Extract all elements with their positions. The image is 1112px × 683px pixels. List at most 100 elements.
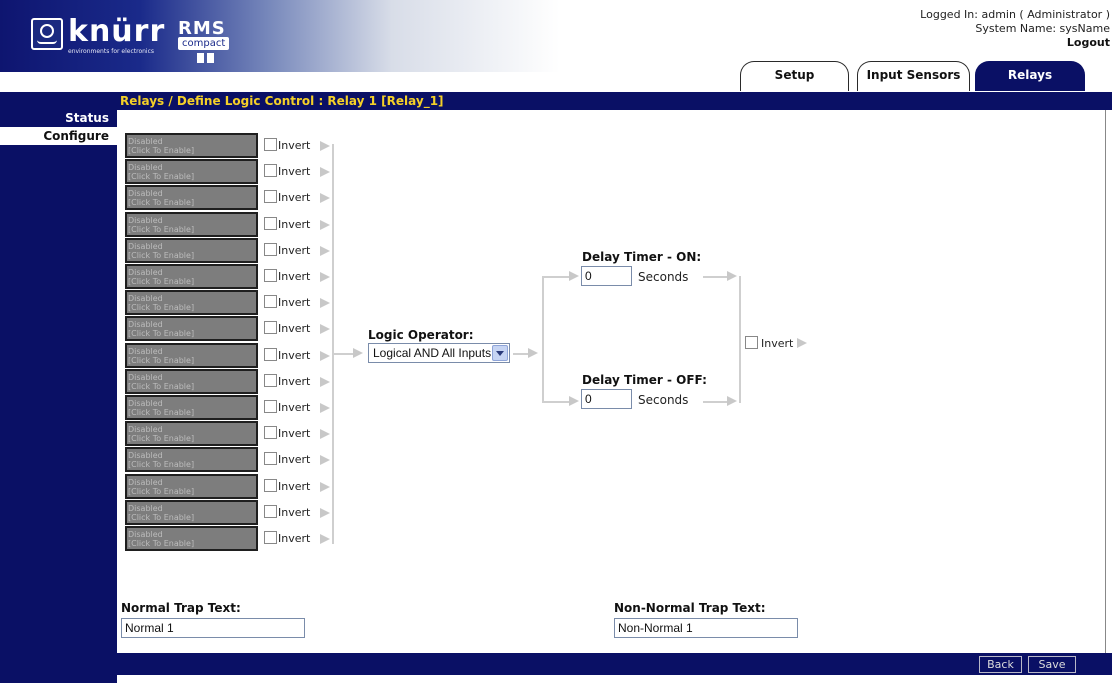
invert-checkbox[interactable] [264, 295, 277, 309]
click-to-enable-text: [Click To Enable] [128, 277, 195, 286]
invert-checkbox[interactable] [264, 347, 277, 361]
save-button[interactable]: Save [1028, 656, 1076, 673]
invert-checkbox[interactable] [264, 452, 277, 466]
enable-input-button[interactable]: Disabled [Click To Enable] [125, 264, 258, 289]
footer-spacer [117, 675, 1112, 683]
tab-relays[interactable]: Relays [975, 61, 1085, 91]
invert-checkbox[interactable] [264, 504, 277, 518]
to-delay-on-line [542, 276, 570, 278]
logic-out-arrow [528, 348, 538, 358]
input-row: Disabled [Click To Enable] Invert [125, 499, 335, 525]
invert-checkbox[interactable] [264, 426, 277, 440]
header: knürr environments for electronics RMS c… [0, 0, 1112, 92]
input-arrow [320, 534, 330, 544]
brand-tagline: environments for electronics [68, 48, 155, 55]
invert-label: Invert [278, 401, 311, 414]
input-row: Disabled [Click To Enable] Invert [125, 290, 335, 316]
enable-input-button[interactable]: Disabled [Click To Enable] [125, 316, 258, 342]
enable-input-button[interactable]: Disabled [Click To Enable] [125, 473, 258, 499]
back-button[interactable]: Back [979, 656, 1022, 673]
input-row: Disabled [Click To Enable] Invert [125, 447, 335, 473]
non-normal-trap-label: Non-Normal Trap Text: [614, 601, 766, 615]
chevron-down-icon[interactable] [492, 345, 508, 361]
input-row: Disabled [Click To Enable] Invert [125, 316, 335, 342]
input-arrow [320, 298, 330, 309]
invert-checkbox[interactable] [264, 216, 277, 230]
invert-label: Invert [278, 217, 311, 231]
system-name-text: System Name: sysName [975, 22, 1110, 35]
input-arrow [320, 324, 330, 335]
disabled-text: Disabled [128, 268, 163, 277]
delay-on-input[interactable] [581, 266, 632, 286]
click-to-enable-text: [Click To Enable] [128, 250, 195, 260]
enable-input-button[interactable]: Disabled [Click To Enable] [125, 133, 258, 158]
invert-label: Invert [278, 270, 311, 283]
enable-input-button[interactable]: Disabled [Click To Enable] [125, 211, 258, 237]
logic-operator-select[interactable]: Logical AND All Inputs [368, 343, 510, 363]
tab-input-sensors[interactable]: Input Sensors [857, 61, 970, 91]
invert-label: Invert [278, 348, 311, 362]
click-to-enable-text: [Click To Enable] [128, 539, 195, 548]
to-delay-on-arrow [569, 271, 579, 281]
enable-input-button[interactable]: Disabled [Click To Enable] [125, 421, 258, 447]
input-row: Disabled [Click To Enable] Invert [125, 237, 335, 263]
disabled-text: Disabled [128, 451, 163, 461]
output-invert-checkbox[interactable] [745, 336, 758, 349]
invert-label: Invert [278, 374, 311, 388]
sidebar-item-configure[interactable]: Configure [0, 127, 117, 145]
non-normal-trap-input[interactable] [614, 618, 798, 638]
invert-checkbox[interactable] [264, 138, 277, 151]
product-bars-icon [197, 53, 214, 63]
inputs-to-logic-line [334, 353, 354, 355]
input-row: Disabled [Click To Enable] Invert [125, 264, 335, 289]
invert-checkbox[interactable] [264, 242, 277, 256]
disabled-text: Disabled [128, 241, 163, 251]
invert-checkbox[interactable] [264, 321, 277, 335]
logic-out-line [513, 353, 529, 355]
enable-input-button[interactable]: Disabled [Click To Enable] [125, 395, 258, 420]
logout-link[interactable]: Logout [920, 36, 1110, 50]
invert-label: Invert [278, 191, 311, 205]
enable-input-button[interactable]: Disabled [Click To Enable] [125, 185, 258, 211]
invert-checkbox[interactable] [264, 190, 277, 204]
disabled-text: Disabled [128, 189, 163, 199]
input-row: Disabled [Click To Enable] Invert [125, 421, 335, 447]
logic-control-panel: Disabled [Click To Enable] Invert Disabled[… [117, 110, 1106, 653]
invert-checkbox[interactable] [264, 400, 277, 413]
enable-input-button[interactable]: Disabled [Click To Enable] [125, 447, 258, 473]
brand-logo-text: knürr [68, 14, 166, 49]
click-to-enable-text: [Click To Enable] [128, 460, 195, 470]
invert-label: Invert [278, 139, 311, 152]
invert-checkbox[interactable] [264, 478, 277, 492]
enable-input-button[interactable]: Disabled [Click To Enable] [125, 499, 258, 525]
delay-on-out-line [703, 276, 729, 278]
invert-checkbox[interactable] [264, 164, 277, 178]
invert-checkbox[interactable] [264, 531, 277, 544]
to-delay-off-line [542, 401, 570, 403]
click-to-enable-text: [Click To Enable] [128, 146, 195, 155]
invert-checkbox[interactable] [264, 373, 277, 387]
sidebar-item-status[interactable]: Status [0, 109, 117, 127]
invert-label: Invert [278, 243, 311, 257]
input-arrow [320, 507, 330, 518]
invert-checkbox[interactable] [264, 269, 277, 282]
delay-on-unit: Seconds [638, 270, 689, 284]
enable-input-button[interactable]: Disabled [Click To Enable] [125, 159, 258, 185]
enable-input-button[interactable]: Disabled [Click To Enable] [125, 237, 258, 263]
invert-label: Invert [278, 532, 311, 545]
input-arrow [320, 193, 330, 204]
enable-input-button[interactable]: Disabled [Click To Enable] [125, 342, 258, 368]
normal-trap-input[interactable] [121, 618, 305, 638]
invert-label: Invert [278, 479, 311, 493]
tab-setup[interactable]: Setup [740, 61, 849, 91]
breadcrumb: Relays / Define Logic Control : Relay 1 … [117, 92, 1112, 110]
product-badge: compact [178, 37, 230, 50]
delay-off-input[interactable] [581, 389, 632, 409]
enable-input-button[interactable]: Disabled [Click To Enable] [125, 526, 258, 551]
enable-input-button[interactable]: Disabled [Click To Enable] [125, 290, 258, 316]
enable-input-button[interactable]: Disabled [Click To Enable] [125, 368, 258, 394]
click-to-enable-text: [Click To Enable] [128, 408, 195, 417]
login-info: Logged In: admin ( Administrator ) Syste… [920, 8, 1110, 50]
click-to-enable-text: [Click To Enable] [128, 224, 195, 234]
delay-on-out-arrow [727, 271, 737, 281]
